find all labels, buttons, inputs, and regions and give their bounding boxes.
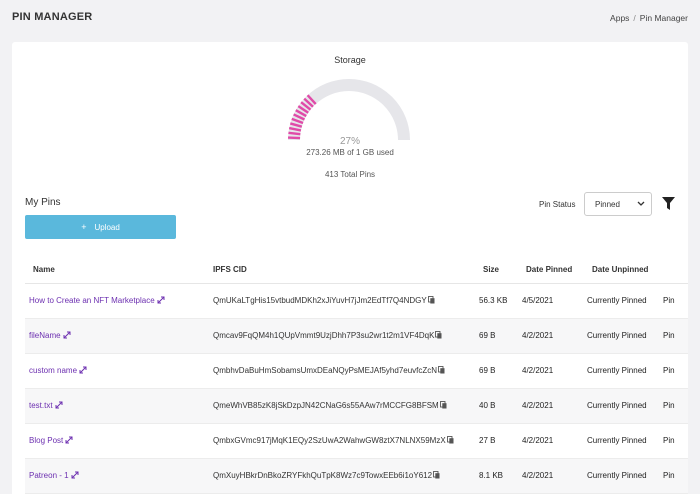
filter-icon[interactable] <box>662 197 675 210</box>
gauge-fill-segment <box>288 131 301 136</box>
pin-size: 56.3 KB <box>479 296 508 305</box>
pin-extra-column: Pin <box>663 401 675 410</box>
pin-extra-column: Pin <box>663 296 675 305</box>
pin-cid: QmbxGVmc917jMqK1EQy2SzUwA2WahwGW8ztX7NLN… <box>213 436 446 445</box>
table-row[interactable]: How to Create an NFT Marketplace QmUKaLTg… <box>25 284 688 319</box>
pin-size: 69 B <box>479 366 496 375</box>
pin-date-pinned: 4/5/2021 <box>522 296 554 305</box>
pin-date-pinned: 4/2/2021 <box>522 436 554 445</box>
pin-cid: Qmcav9FqQM4h1QUpVmmt9UzjDhh7P3su2wr1t2m1… <box>213 331 435 340</box>
pin-cid-cell: QmbxGVmc917jMqK1EQy2SzUwA2WahwGW8ztX7NLN… <box>213 436 454 445</box>
pin-date-unpinned: Currently Pinned <box>587 401 647 410</box>
pin-name-link[interactable]: custom name <box>29 366 87 375</box>
external-link-icon[interactable] <box>55 401 63 409</box>
external-link-icon[interactable] <box>157 296 165 304</box>
external-link-icon[interactable] <box>65 436 73 444</box>
copy-icon[interactable] <box>439 401 447 409</box>
pin-status-select[interactable]: Pinned <box>584 192 652 216</box>
pin-date-pinned: 4/2/2021 <box>522 366 554 375</box>
pin-cid-cell: QmXuyHBkrDnBkoZRYFkhQuTpK8Wz7c9TowxEEb6i… <box>213 471 440 480</box>
column-date-unpinned: Date Unpinned <box>592 265 649 274</box>
pin-cid-cell: QmUKaLTgHis15vtbudMDKh2xJiYuvH7jJm2EdTf7… <box>213 296 435 305</box>
copy-icon[interactable] <box>438 366 445 374</box>
pin-cid: QmXuyHBkrDnBkoZRYFkhQuTpK8Wz7c9TowxEEb6i… <box>213 471 433 480</box>
pin-name[interactable]: custom name <box>29 366 77 375</box>
storage-percent: 27% <box>339 136 360 147</box>
top-bar: PIN MANAGER Apps / Pin Manager <box>0 0 700 40</box>
column-size: Size <box>483 265 500 274</box>
pin-extra-column: Pin <box>663 436 675 445</box>
pin-cid: QmeWhVB85zK8jSkDzpJN42CNaG6s55AAw7rMCCFG… <box>213 401 439 410</box>
pin-name-link[interactable]: fileName <box>29 331 71 340</box>
pin-name[interactable]: How to Create an NFT Marketplace <box>29 296 155 305</box>
pin-name[interactable]: fileName <box>29 331 61 340</box>
upload-label: Upload <box>94 222 120 232</box>
pin-name-link[interactable]: test.txt <box>29 401 63 410</box>
pin-date-pinned: 4/2/2021 <box>522 471 554 480</box>
external-link-icon[interactable] <box>71 471 79 479</box>
breadcrumb-separator: / <box>633 13 636 23</box>
pin-name[interactable]: Blog Post <box>29 436 63 445</box>
pin-date-pinned: 4/2/2021 <box>522 331 554 340</box>
pin-cid-cell: QmbhvDaBuHmSobamsUmxDEaNQyPsMEJAf5yhd7eu… <box>213 366 445 375</box>
pin-name-link[interactable]: How to Create an NFT Marketplace <box>29 296 165 305</box>
breadcrumb: Apps / Pin Manager <box>610 13 688 23</box>
total-pins: 413 Total Pins <box>324 170 376 179</box>
plus-icon: + <box>81 222 87 232</box>
pin-name-link[interactable]: Blog Post <box>29 436 73 445</box>
pin-cid: QmbhvDaBuHmSobamsUmxDEaNQyPsMEJAf5yhd7eu… <box>213 366 438 375</box>
table-header: Name IPFS CID Size Date Pinned Date Unpi… <box>25 256 688 284</box>
pin-name[interactable]: test.txt <box>29 401 53 410</box>
pin-status-value: Pinned <box>595 199 620 209</box>
pin-cid-cell: Qmcav9FqQM4h1QUpVmmt9UzjDhh7P3su2wr1t2m1… <box>213 331 442 340</box>
table-row[interactable]: fileName Qmcav9FqQM4h1QUpVmmt9UzjDhh7P3su… <box>25 319 688 354</box>
storage-used: 273.26 MB of 1 GB used <box>306 148 394 157</box>
pin-cid-cell: QmeWhVB85zK8jSkDzpJN42CNaG6s55AAw7rMCCFG… <box>213 401 447 410</box>
pin-extra-column: Pin <box>663 471 675 480</box>
pin-size: 27 B <box>479 436 496 445</box>
pin-size: 8.1 KB <box>479 471 504 480</box>
my-pins-title: My Pins <box>25 197 61 208</box>
pin-date-pinned: 4/2/2021 <box>522 401 554 410</box>
pin-date-unpinned: Currently Pinned <box>587 366 647 375</box>
upload-button[interactable]: + Upload <box>25 215 176 239</box>
pin-name[interactable]: Patreon - 1 <box>29 471 69 480</box>
external-link-icon[interactable] <box>79 366 87 374</box>
pin-date-unpinned: Currently Pinned <box>587 296 647 305</box>
pin-date-unpinned: Currently Pinned <box>587 331 647 340</box>
pin-size: 69 B <box>479 331 496 340</box>
column-name: Name <box>33 265 55 274</box>
pin-name-link[interactable]: Patreon - 1 <box>29 471 79 480</box>
storage-title: Storage <box>334 55 366 65</box>
table-row[interactable]: Blog Post QmbxGVmc917jMqK1EQy2SzUwA2WahwG… <box>25 424 688 459</box>
pin-extra-column: Pin <box>663 366 675 375</box>
copy-icon[interactable] <box>427 296 435 304</box>
table-row[interactable]: test.txt QmeWhVB85zK8jSkDzpJN42CNaG6s55AA… <box>25 389 688 424</box>
breadcrumb-apps[interactable]: Apps <box>610 13 629 23</box>
chevron-down-icon <box>637 201 645 206</box>
main-card: Storage 27% 273.26 MB of 1 GB used 413 T… <box>12 42 688 494</box>
page-title: PIN MANAGER <box>12 11 93 23</box>
pin-date-unpinned: Currently Pinned <box>587 471 647 480</box>
table-row[interactable]: Patreon - 1 QmXuyHBkrDnBkoZRYFkhQuTpK8Wz7… <box>25 459 688 494</box>
pin-status-label: Pin Status <box>539 200 576 209</box>
gauge-track <box>288 79 410 141</box>
column-cid: IPFS CID <box>213 265 247 274</box>
external-link-icon[interactable] <box>63 331 71 339</box>
copy-icon[interactable] <box>433 471 440 479</box>
table-row[interactable]: custom name QmbhvDaBuHmSobamsUmxDEaNQyPsM… <box>25 354 688 389</box>
column-date-pinned: Date Pinned <box>526 265 573 274</box>
breadcrumb-pin-manager: Pin Manager <box>639 13 688 23</box>
pin-extra-column: Pin <box>663 331 675 340</box>
copy-icon[interactable] <box>446 436 454 444</box>
pin-date-unpinned: Currently Pinned <box>587 436 647 445</box>
pin-cid: QmUKaLTgHis15vtbudMDKh2xJiYuvH7jJm2EdTf7… <box>213 296 427 305</box>
pin-size: 40 B <box>479 401 496 410</box>
copy-icon[interactable] <box>435 331 442 339</box>
